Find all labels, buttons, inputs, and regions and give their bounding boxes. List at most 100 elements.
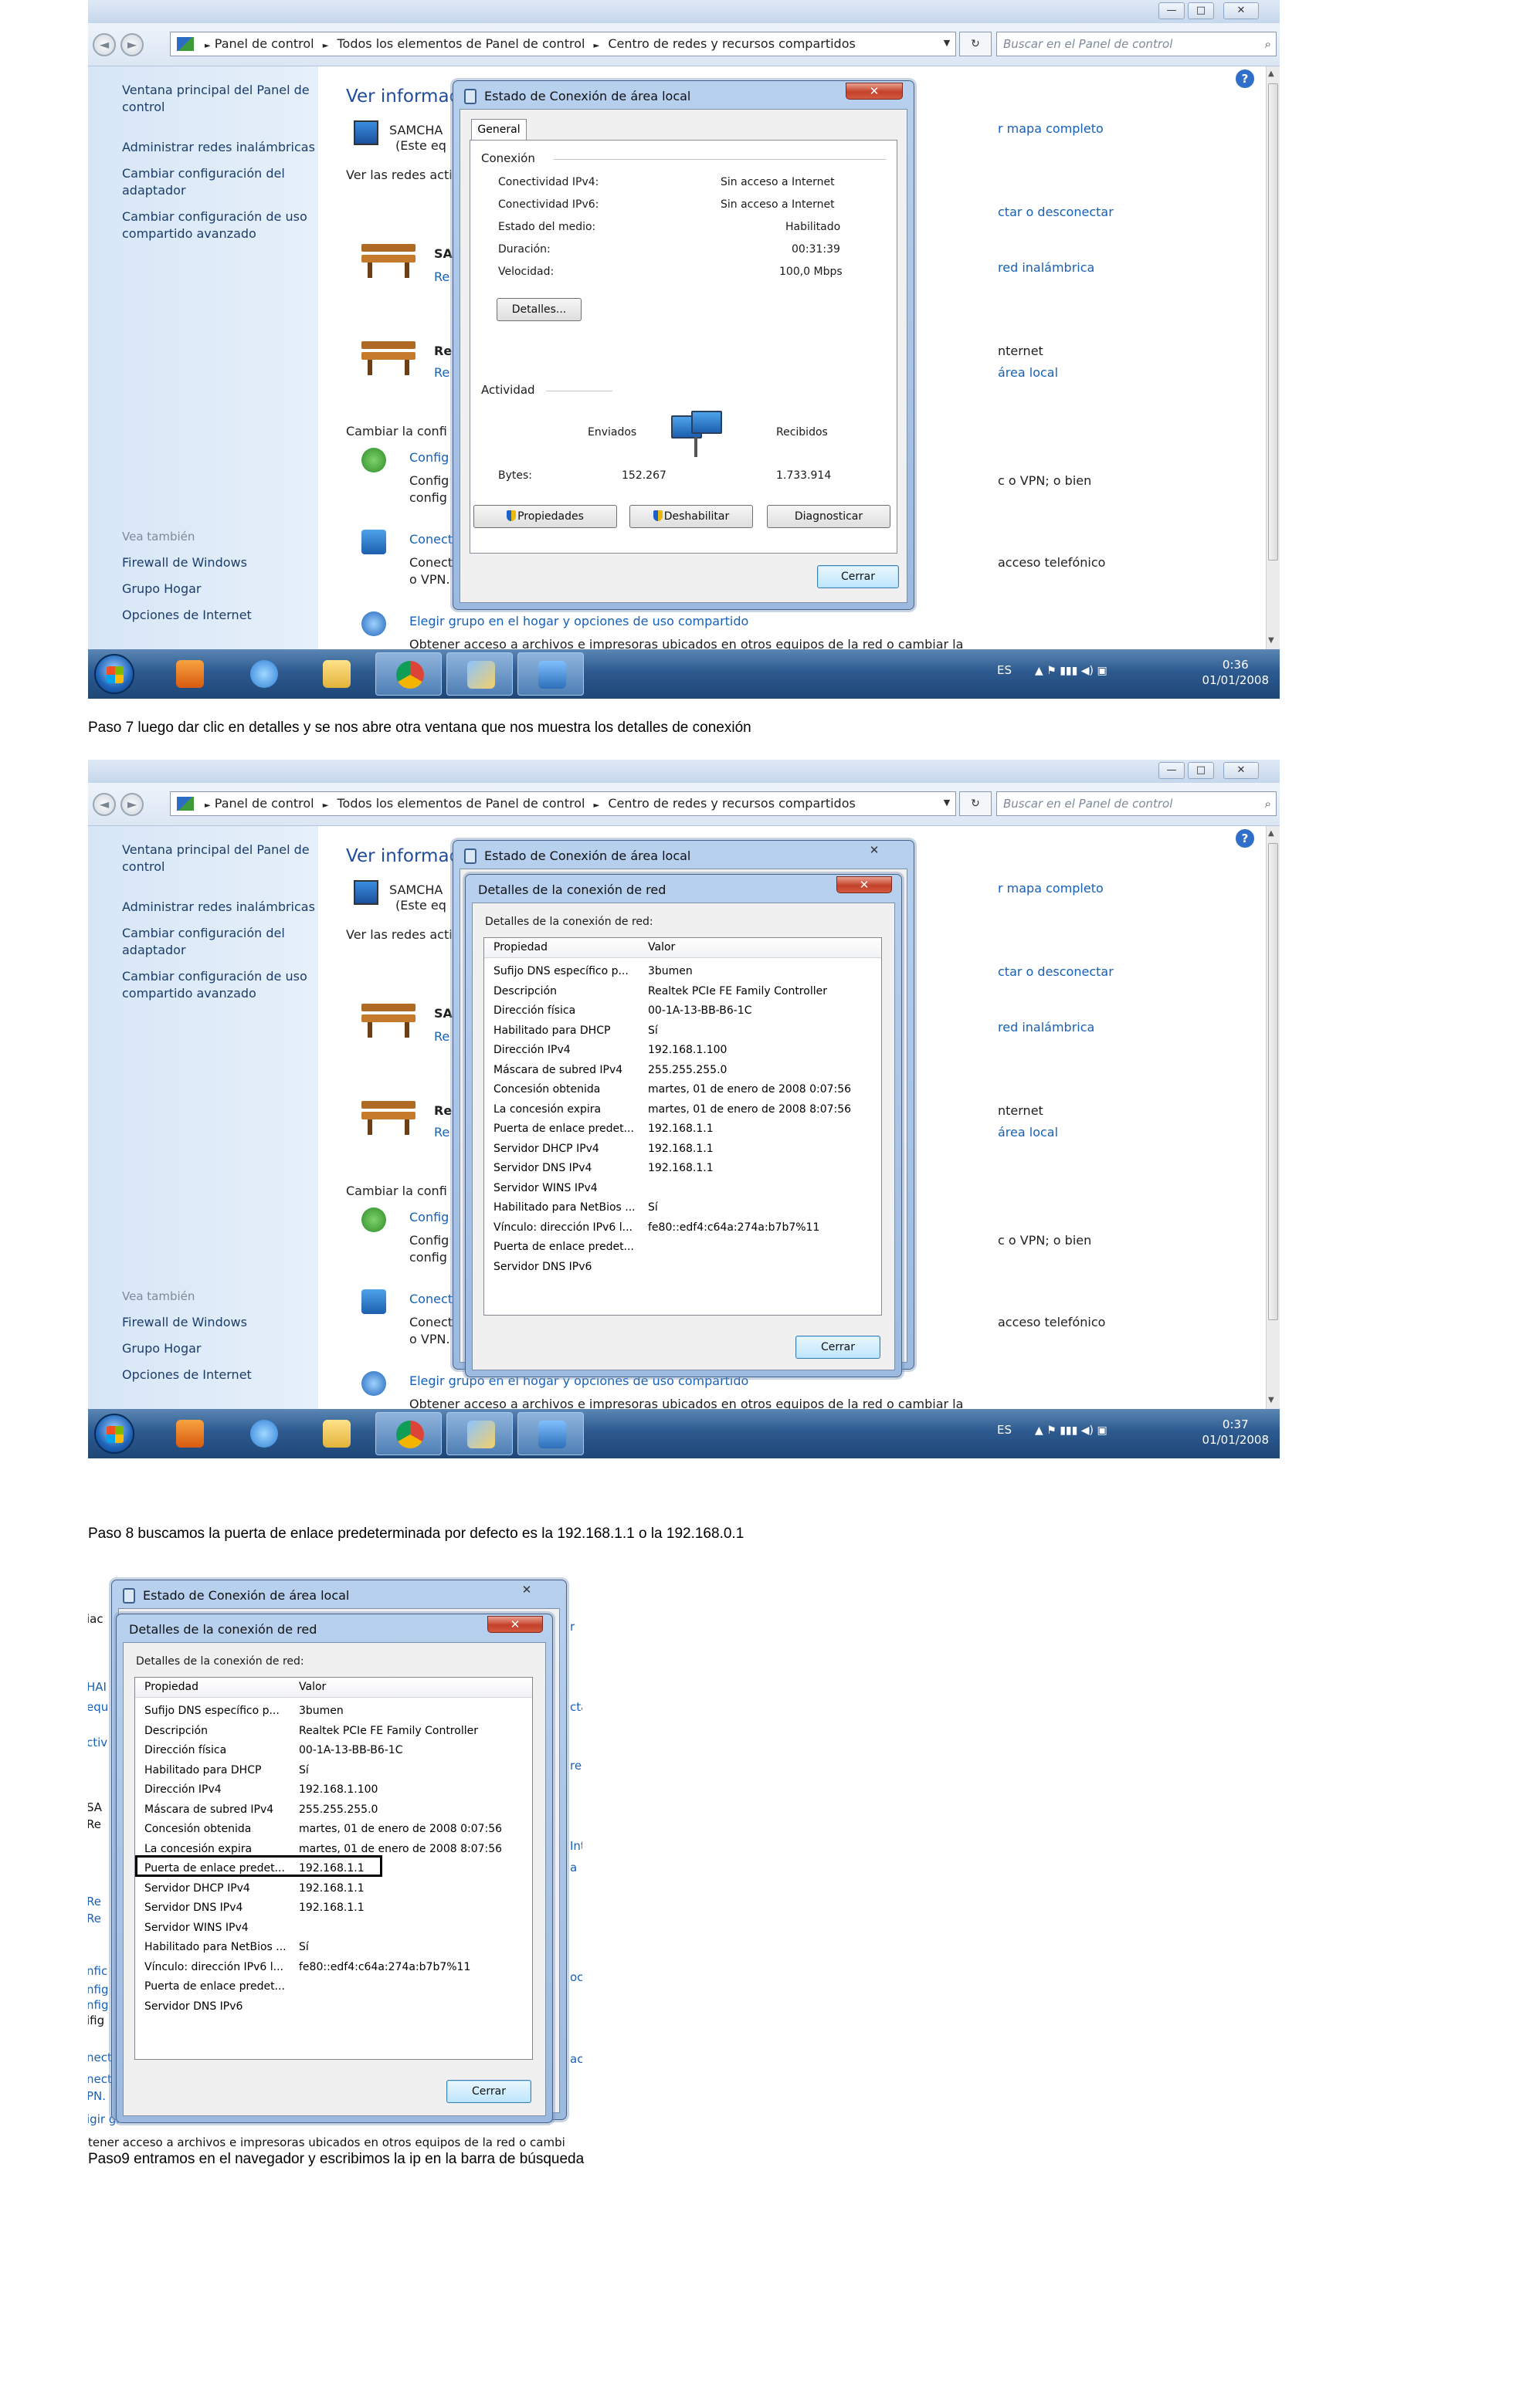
tray-icons[interactable]: ▲ ⚑ ▮▮▮ ◀) ▣	[1035, 1424, 1107, 1437]
breadcrumb-item[interactable]: Panel de control	[215, 36, 314, 51]
scroll-up-arrow[interactable]: ▲	[1268, 69, 1274, 78]
maximize-button[interactable]: □	[1188, 762, 1214, 779]
table-row[interactable]: Máscara de subred IPv4 255.255.255.0	[484, 1060, 881, 1080]
address-dropdown[interactable]: ▼	[941, 32, 953, 54]
back-button[interactable]: ◄	[93, 793, 116, 816]
setup-link[interactable]: Config	[409, 1209, 449, 1226]
sidebar-link-firewall[interactable]: Firewall de Windows	[122, 554, 315, 571]
language-indicator[interactable]: ES	[997, 663, 1012, 677]
address-bar[interactable]: ► Panel de control ► Todos los elementos…	[170, 32, 956, 56]
tab-general[interactable]: General	[471, 119, 527, 141]
table-row[interactable]: Dirección IPv4 192.168.1.100	[484, 1040, 881, 1060]
table-row[interactable]: Habilitado para NetBios ... Sí	[135, 1937, 532, 1957]
taskbar-explorer[interactable]	[303, 1412, 369, 1455]
details-close-button[interactable]: ✕	[487, 1616, 543, 1633]
table-row[interactable]: Servidor DHCP IPv4 192.168.1.1	[135, 1878, 532, 1898]
taskbar-explorer[interactable]	[303, 652, 369, 696]
col-value[interactable]: Valor	[648, 938, 675, 957]
wireless-link[interactable]: red inalámbrica	[998, 1019, 1094, 1036]
breadcrumb-item[interactable]: Centro de redes y recursos compartidos	[608, 36, 856, 51]
sidebar-link-adapter[interactable]: Cambiar configuración del adaptador	[122, 925, 315, 959]
details-close-dialog-button[interactable]: Cerrar	[446, 2080, 531, 2103]
sidebar-link-internet-options[interactable]: Opciones de Internet	[122, 1367, 315, 1383]
sidebar-link-adapter[interactable]: Cambiar configuración del adaptador	[122, 165, 315, 199]
sidebar-link-firewall[interactable]: Firewall de Windows	[122, 1314, 315, 1331]
refresh-button[interactable]: ↻	[959, 32, 992, 56]
sidebar-link-internet-options[interactable]: Opciones de Internet	[122, 607, 315, 624]
taskbar-control-panel[interactable]	[517, 1412, 584, 1455]
connect-link[interactable]: Conect	[409, 1291, 453, 1308]
back-button[interactable]: ◄	[93, 33, 116, 56]
lan-link[interactable]: área local	[998, 364, 1058, 381]
table-row[interactable]: Puerta de enlace predet...	[135, 1976, 532, 1997]
wireless-link[interactable]: red inalámbrica	[998, 259, 1094, 276]
network1-link[interactable]: Re	[434, 1028, 449, 1045]
lan-link[interactable]: área local	[998, 1124, 1058, 1141]
network1-link[interactable]: Re	[434, 269, 449, 286]
taskbar-chrome[interactable]	[375, 652, 442, 696]
close-dialog-button[interactable]: Cerrar	[817, 565, 899, 588]
scroll-up-arrow[interactable]: ▲	[1268, 829, 1274, 838]
taskbar-chrome[interactable]	[375, 1412, 442, 1455]
full-map-link[interactable]: r mapa completo	[998, 120, 1104, 137]
table-row[interactable]: Servidor DNS IPv4 192.168.1.1	[484, 1158, 881, 1178]
help-icon[interactable]: ?	[1236, 69, 1254, 88]
dialog-close-button[interactable]: ✕	[846, 842, 903, 859]
dialog-close-button[interactable]: ✕	[498, 1582, 555, 1599]
search-input[interactable]: Buscar en el Panel de control ⌕	[996, 791, 1277, 816]
details-listview[interactable]: Propiedad Valor Sufijo DNS específico p.…	[134, 1677, 533, 2060]
col-value[interactable]: Valor	[299, 1678, 326, 1696]
details-close-button[interactable]: ✕	[836, 876, 892, 893]
help-icon[interactable]: ?	[1236, 829, 1254, 848]
search-input[interactable]: Buscar en el Panel de control ⌕	[996, 32, 1277, 56]
scrollbar[interactable]: ▲ ▼	[1266, 826, 1280, 1409]
table-row[interactable]: Descripción Realtek PCIe FE Family Contro…	[484, 981, 881, 1001]
connect-link[interactable]: Conect	[409, 531, 453, 548]
table-row[interactable]: Vínculo: dirección IPv6 l... fe80::edf4:c…	[484, 1218, 881, 1238]
taskbar-paint[interactable]	[446, 1412, 513, 1455]
table-row[interactable]: Dirección física 00-1A-13-BB-B6-1C	[484, 1001, 881, 1021]
table-row[interactable]: Servidor DNS IPv4 192.168.1.1	[135, 1898, 532, 1918]
forward-button[interactable]: ►	[120, 793, 144, 816]
col-property[interactable]: Propiedad	[493, 938, 548, 957]
sidebar-link-homegroup[interactable]: Grupo Hogar	[122, 1340, 315, 1357]
sidebar-link-wireless[interactable]: Administrar redes inalámbricas	[122, 139, 315, 156]
diagnose-button[interactable]: Diagnosticar	[767, 505, 890, 528]
table-row[interactable]: Servidor DNS IPv6	[484, 1257, 881, 1277]
language-indicator[interactable]: ES	[997, 1423, 1012, 1437]
scroll-down-arrow[interactable]: ▼	[1268, 1396, 1274, 1404]
table-row[interactable]: Habilitado para DHCP Sí	[135, 1760, 532, 1780]
col-property[interactable]: Propiedad	[144, 1678, 198, 1696]
sidebar-link-sharing[interactable]: Cambiar configuración de uso compartido …	[122, 208, 315, 242]
homegroup-link[interactable]: Elegir grupo en el hogar y opciones de u…	[409, 613, 748, 630]
table-row[interactable]: Máscara de subred IPv4 255.255.255.0	[135, 1800, 532, 1820]
details-listview[interactable]: Propiedad Valor Sufijo DNS específico p.…	[483, 937, 882, 1316]
table-row[interactable]: Vínculo: dirección IPv6 l... fe80::edf4:c…	[135, 1957, 532, 1977]
scrollbar[interactable]: ▲ ▼	[1266, 66, 1280, 649]
table-row[interactable]: Servidor DNS IPv6	[135, 1997, 532, 2017]
minimize-button[interactable]: —	[1158, 762, 1185, 779]
taskbar-internet-explorer[interactable]	[230, 652, 297, 696]
tray-icons[interactable]: ▲ ⚑ ▮▮▮ ◀) ▣	[1035, 665, 1107, 677]
table-row[interactable]: Habilitado para DHCP Sí	[484, 1021, 881, 1041]
search-icon[interactable]: ⌕	[1265, 32, 1271, 56]
full-map-link[interactable]: r mapa completo	[998, 880, 1104, 897]
table-row[interactable]: Sufijo DNS específico p... 3bumen	[135, 1701, 532, 1721]
breadcrumb-item[interactable]: Todos los elementos de Panel de control	[337, 36, 585, 51]
connect-disconnect-link[interactable]: ctar o desconectar	[998, 964, 1114, 980]
forward-button[interactable]: ►	[120, 33, 144, 56]
scroll-thumb[interactable]	[1268, 83, 1278, 561]
table-row[interactable]: La concesión expira martes, 01 de enero d…	[484, 1099, 881, 1119]
scroll-down-arrow[interactable]: ▼	[1268, 636, 1274, 645]
table-row[interactable]: Puerta de enlace predet... 192.168.1.1	[484, 1119, 881, 1139]
maximize-button[interactable]: □	[1188, 2, 1214, 19]
breadcrumb-item[interactable]: Centro de redes y recursos compartidos	[608, 796, 856, 811]
table-row[interactable]: Dirección IPv4 192.168.1.100	[135, 1780, 532, 1800]
table-row[interactable]: Concesión obtenida martes, 01 de enero de…	[135, 1819, 532, 1839]
setup-link[interactable]: Config	[409, 449, 449, 466]
address-bar[interactable]: ► Panel de control ► Todos los elementos…	[170, 791, 956, 816]
clock[interactable]: 0:36 01/01/2008	[1202, 657, 1269, 688]
network2-link[interactable]: Re	[434, 1124, 449, 1141]
refresh-button[interactable]: ↻	[959, 791, 992, 816]
details-button[interactable]: Detalles...	[497, 298, 582, 321]
